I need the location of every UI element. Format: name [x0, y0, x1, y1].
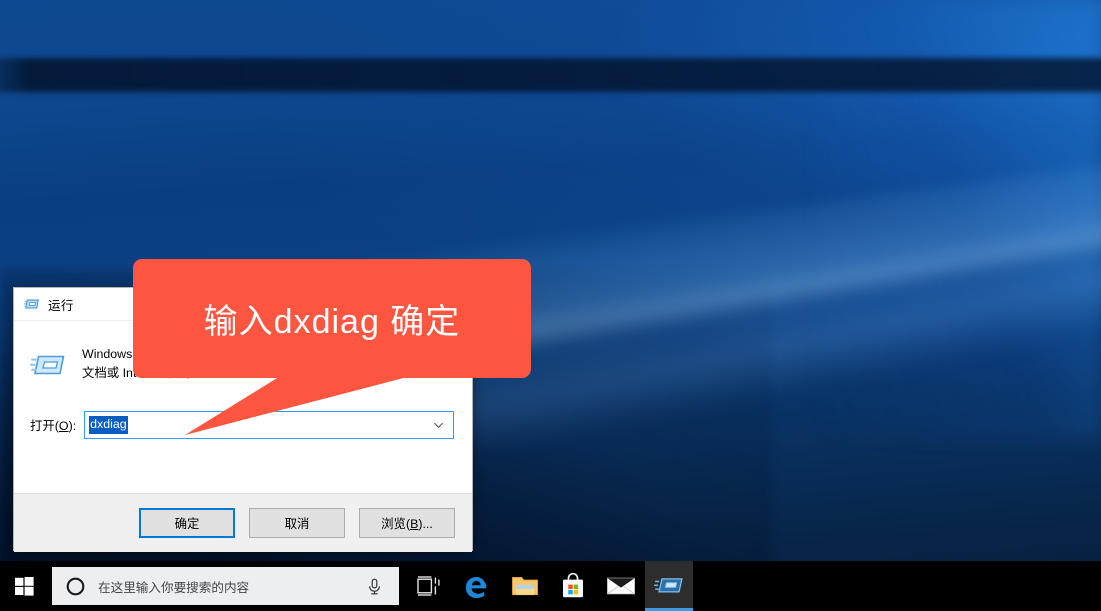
- run-app-icon-large: [30, 355, 65, 375]
- annotation-callout: 输入dxdiag 确定: [133, 259, 531, 378]
- taskbar-item-file-explorer[interactable]: [501, 561, 549, 611]
- desktop-screen: 运行 Windows 将根据你所输入的名称，为你打开相应的程序、文件夹、文档或 …: [0, 0, 1101, 611]
- taskbar-item-microsoft-store[interactable]: [549, 561, 597, 611]
- wallpaper-dark-band: [0, 58, 1101, 92]
- browse-button[interactable]: 浏览(B)...: [359, 508, 455, 538]
- windows-start-icon: [14, 576, 34, 596]
- start-button[interactable]: [0, 561, 48, 611]
- annotation-callout-text: 输入dxdiag 确定: [203, 303, 461, 341]
- cortana-circle-icon[interactable]: [66, 577, 85, 596]
- search-input[interactable]: 在这里输入你要搜索的内容: [52, 567, 399, 605]
- task-view-button[interactable]: [405, 561, 453, 611]
- run-app-icon: [654, 578, 683, 593]
- taskbar-item-mail[interactable]: [597, 561, 645, 611]
- microphone-icon[interactable]: [366, 577, 383, 596]
- taskbar[interactable]: 在这里输入你要搜索的内容: [0, 561, 1101, 611]
- run-dialog-footer: 确定 取消 浏览(B)...: [14, 493, 472, 552]
- folder-icon: [512, 577, 538, 596]
- open-field-label: 打开(O):: [30, 419, 77, 433]
- task-view-icon: [417, 576, 440, 596]
- run-app-icon: [24, 299, 39, 309]
- ok-button[interactable]: 确定: [139, 508, 235, 538]
- open-combobox[interactable]: dxdiag: [84, 411, 454, 439]
- cancel-button[interactable]: 取消: [249, 508, 345, 538]
- store-bag-icon: [563, 572, 583, 598]
- envelope-icon: [607, 577, 635, 595]
- taskbar-empty-area[interactable]: [693, 561, 1101, 611]
- open-input-value[interactable]: dxdiag: [89, 416, 128, 434]
- run-dialog-title: 运行: [48, 298, 74, 313]
- run-dialog-open-row: 打开(O): dxdiag: [14, 383, 472, 439]
- edge-icon: [465, 577, 487, 598]
- chevron-down-icon[interactable]: [433, 420, 444, 431]
- taskbar-item-run[interactable]: [645, 561, 693, 611]
- taskbar-item-edge[interactable]: [453, 561, 501, 611]
- search-placeholder-text: 在这里输入你要搜索的内容: [98, 580, 250, 595]
